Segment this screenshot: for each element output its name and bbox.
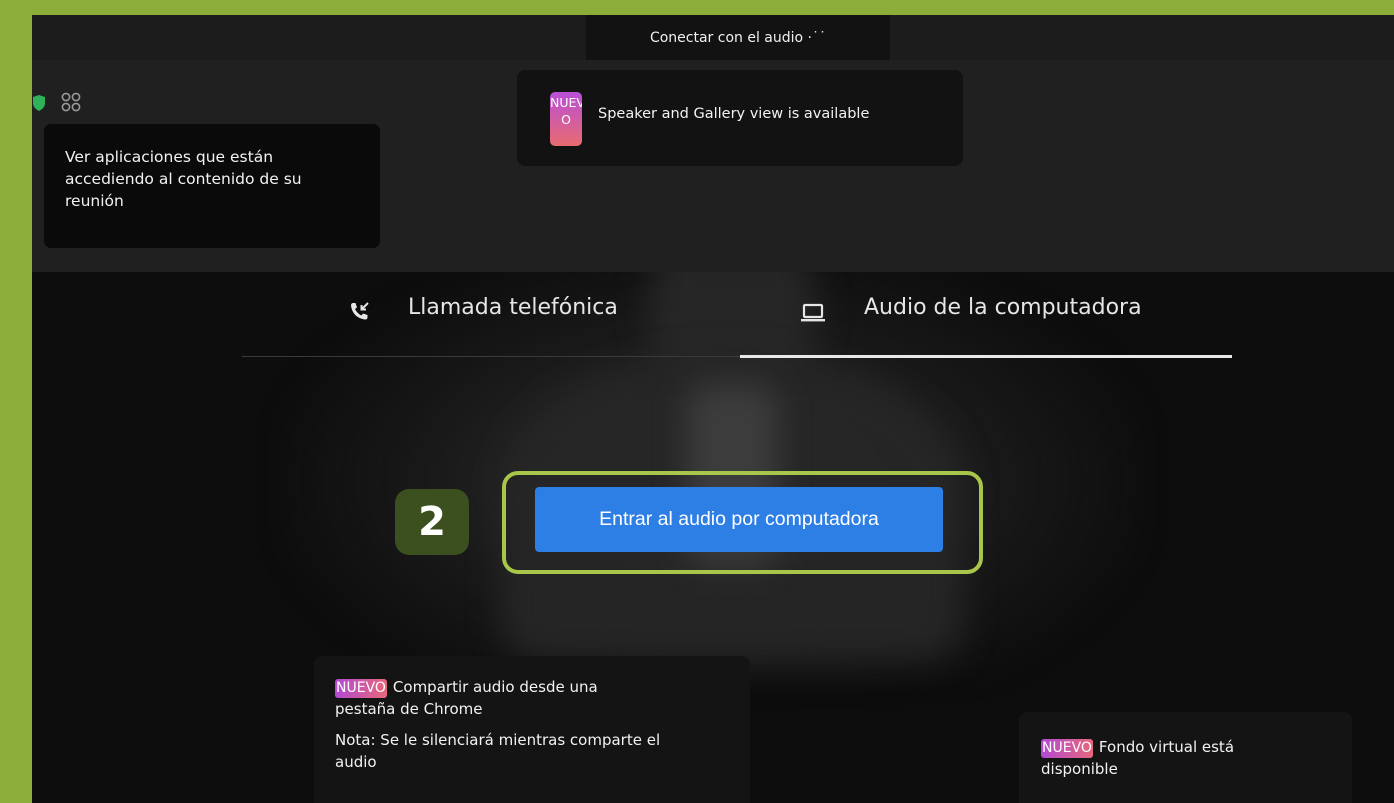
background-tip-text: disponible: [1041, 760, 1118, 778]
tab-phone-call[interactable]: Llamada telefónica: [408, 295, 618, 320]
audio-dialog-title: Conectar con el audio ·˙˙: [586, 15, 890, 60]
step-number-badge: 2: [395, 489, 469, 555]
virtual-background-tip: NUEVO Fondo virtual está disponible: [1019, 712, 1352, 803]
new-badge-line: O: [561, 112, 571, 127]
zoom-meeting-screen: Conectar con el audio ·˙˙ Ver aplicacion…: [32, 15, 1394, 803]
active-tab-indicator: [740, 355, 1232, 358]
apps-icon[interactable]: [60, 91, 82, 113]
apps-tooltip-line: accediendo al contenido de su: [65, 170, 302, 188]
join-computer-audio-button[interactable]: Entrar al audio por computadora: [535, 487, 943, 552]
new-badge: NUEV O: [550, 92, 582, 146]
share-chrome-audio-tip: NUEVO Compartir audio desde una pestaña d…: [314, 656, 750, 803]
top-bar: Conectar con el audio ·˙˙: [32, 15, 1394, 60]
shield-check-icon[interactable]: [32, 95, 46, 111]
apps-tooltip-line: reunión: [65, 192, 124, 210]
share-tip-note: audio: [335, 753, 377, 771]
share-tip-title: Compartir audio desde una: [392, 678, 598, 696]
apps-tooltip-line: Ver aplicaciones que están: [65, 148, 274, 166]
apps-access-tooltip: Ver aplicaciones que están accediendo al…: [44, 124, 380, 248]
new-badge: NUEVO: [335, 679, 387, 698]
speaker-gallery-tooltip: NUEV O Speaker and Gallery view is avail…: [517, 70, 963, 166]
background-tip-text: Fondo virtual está: [1098, 738, 1235, 756]
speaker-gallery-text: Speaker and Gallery view is available: [598, 106, 870, 122]
share-tip-note: Nota: Se le silenciará mientras comparte…: [335, 731, 661, 749]
new-badge: NUEVO: [1041, 739, 1093, 758]
phone-incoming-icon[interactable]: [348, 301, 370, 323]
new-badge-line: NUEV: [550, 95, 582, 110]
laptop-icon[interactable]: [800, 302, 826, 324]
share-tip-title: pestaña de Chrome: [335, 700, 483, 718]
tab-computer-audio[interactable]: Audio de la computadora: [864, 295, 1142, 320]
